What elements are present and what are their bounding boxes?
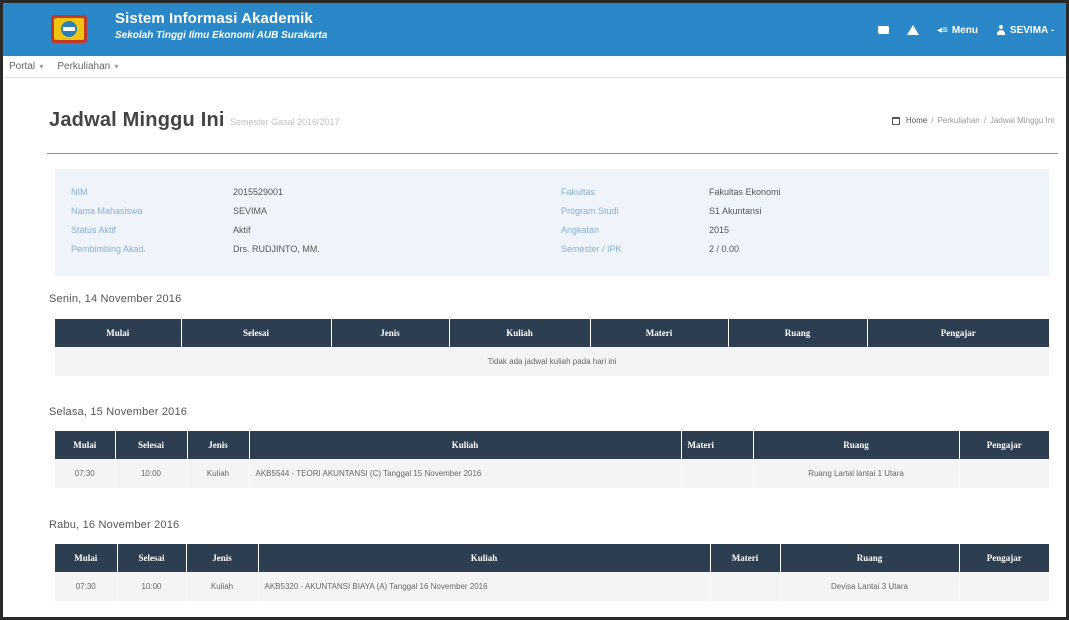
envelope-icon: [877, 26, 889, 34]
cell-ruang: Ruang Lartal lantai 1 Utara: [753, 459, 960, 488]
cell-ruang: Devisa Lantai 3 Utara: [780, 572, 960, 601]
app-window: Sistem Informasi Akademik Sekolah Tinggi…: [0, 0, 1069, 620]
cell-pengajar: [959, 572, 1049, 601]
col-materi: Materi: [681, 431, 754, 459]
table-row[interactable]: 07:30 10:00 Kuliah AKB5320 - AKUNTANSI B…: [55, 572, 1049, 601]
app-subtitle: Sekolah Tinggi Ilmu Ekonomi AUB Surakart…: [115, 30, 328, 41]
col-mulai: Mulai: [55, 544, 118, 572]
breadcrumb: Home / Perkuliahan / Jadwal Minggu Ini: [891, 116, 1054, 125]
table-header-row: Mulai Selesai Jenis Kuliah Materi Ruang …: [55, 544, 1049, 572]
cell-kuliah: AKB5320 - AKUNTANSI BIAYA (A) Tanggal 16…: [258, 572, 711, 601]
value-angkatan: 2015: [709, 225, 730, 235]
secondary-menu: Portal ▾ Perkuliahan ▾: [3, 56, 1066, 78]
cell-mulai: 07:30: [55, 572, 118, 601]
label-semester: Semester / IPK: [561, 244, 622, 254]
col-selesai: Selesai: [181, 319, 332, 347]
cell-materi: [681, 459, 754, 488]
app-title[interactable]: Sistem Informasi Akademik: [115, 10, 313, 27]
col-mulai: Mulai: [55, 431, 116, 459]
col-kuliah: Kuliah: [449, 319, 591, 347]
day-title-rabu: Rabu, 16 November 2016: [49, 519, 180, 531]
header-divider: [47, 153, 1058, 154]
day-title-selasa: Selasa, 15 November 2016: [49, 406, 188, 418]
col-materi: Materi: [710, 544, 781, 572]
menu-toggle-button[interactable]: ◂≡ Menu: [937, 25, 978, 36]
value-prodi: S1 Akuntansi: [709, 206, 762, 216]
col-materi: Materi: [590, 319, 729, 347]
cell-selesai: 10:00: [117, 572, 187, 601]
top-navbar: Sistem Informasi Akademik Sekolah Tinggi…: [3, 3, 1066, 56]
messages-button[interactable]: [877, 26, 889, 34]
warning-icon: [906, 25, 919, 35]
cell-jenis: Kuliah: [186, 572, 259, 601]
value-status: Aktif: [233, 225, 251, 235]
empty-schedule-message: Tidak ada jadwal kuliah pada hari ini: [55, 347, 1049, 376]
page-subtitle: Semester Gasal 2016/2017: [230, 117, 340, 127]
cell-selesai: 10:00: [115, 459, 188, 488]
schedule-table-senin: Mulai Selesai Jenis Kuliah Materi Ruang …: [55, 319, 1049, 376]
menu-portal-label: Portal: [9, 61, 36, 72]
col-kuliah: Kuliah: [249, 431, 682, 459]
col-jenis: Jenis: [186, 544, 259, 572]
breadcrumb-perkuliahan[interactable]: Perkuliahan: [937, 116, 979, 125]
col-selesai: Selesai: [117, 544, 187, 572]
campus-logo-icon[interactable]: [49, 11, 89, 47]
arrow-left-icon: ◂≡: [936, 24, 948, 36]
user-name: SEVIMA -: [1009, 24, 1054, 36]
menu-perkuliahan[interactable]: Perkuliahan ▾: [57, 61, 118, 72]
label-nim: NIM: [71, 187, 88, 197]
cell-jenis: Kuliah: [187, 459, 250, 488]
label-pembimbing: Pembimbing Akad.: [71, 244, 147, 254]
user-dropdown[interactable]: SEVIMA -: [996, 25, 1054, 36]
label-nama: Nama Mahasiswa: [71, 206, 143, 216]
chevron-down-icon: ▾: [112, 62, 119, 71]
col-pengajar: Pengajar: [867, 319, 1049, 347]
col-pengajar: Pengajar: [959, 431, 1049, 459]
table-row[interactable]: 07:30 10:00 Kuliah AKB5544 - TEORI AKUNT…: [55, 459, 1049, 488]
value-nama: SEVIMA: [233, 206, 268, 216]
chevron-down-icon: ▾: [37, 62, 44, 71]
alerts-button[interactable]: [906, 25, 919, 35]
table-header-row: Mulai Selesai Jenis Kuliah Materi Ruang …: [55, 319, 1049, 347]
label-fakultas: Fakultas: [561, 187, 596, 197]
col-kuliah: Kuliah: [258, 544, 711, 572]
cell-pengajar: [959, 459, 1049, 488]
schedule-table-selasa: Mulai Selesai Jenis Kuliah Materi Ruang …: [55, 431, 1049, 488]
user-icon: [996, 25, 1006, 35]
calendar-icon: [891, 116, 900, 125]
col-selesai: Selesai: [115, 431, 188, 459]
menu-perkuliahan-label: Perkuliahan: [57, 61, 111, 72]
menu-portal[interactable]: Portal ▾: [9, 61, 43, 72]
breadcrumb-separator: /: [931, 116, 934, 125]
cell-mulai: 07:30: [55, 459, 116, 488]
page-title: Jadwal Minggu Ini: [49, 109, 225, 131]
table-header-row: Mulai Selesai Jenis Kuliah Materi Ruang …: [55, 431, 1049, 459]
col-pengajar: Pengajar: [959, 544, 1049, 572]
menu-label: Menu: [951, 24, 978, 36]
value-pembimbing: Drs. RUDJINTO, MM.: [233, 244, 320, 254]
col-ruang: Ruang: [753, 431, 960, 459]
table-row: Tidak ada jadwal kuliah pada hari ini: [55, 347, 1049, 376]
label-angkatan: Angkatan: [561, 225, 600, 235]
col-jenis: Jenis: [331, 319, 450, 347]
col-ruang: Ruang: [728, 319, 868, 347]
col-mulai: Mulai: [55, 319, 182, 347]
label-status: Status Aktif: [71, 225, 117, 235]
breadcrumb-home[interactable]: Home: [906, 116, 927, 125]
value-nim: 2015529001: [233, 187, 284, 197]
breadcrumb-current: Jadwal Minggu Ini: [989, 116, 1054, 125]
value-semester: 2 / 0.00: [709, 244, 740, 254]
cell-kuliah: AKB5544 - TEORI AKUNTANSI (C) Tanggal 15…: [249, 459, 682, 488]
breadcrumb-separator: /: [983, 116, 986, 125]
navbar-actions: ◂≡ Menu SEVIMA -: [877, 20, 1054, 40]
label-prodi: Program Studi: [561, 206, 619, 216]
value-fakultas: Fakultas Ekonomi: [709, 187, 781, 197]
schedule-table-rabu: Mulai Selesai Jenis Kuliah Materi Ruang …: [55, 544, 1049, 601]
col-ruang: Ruang: [780, 544, 960, 572]
student-info-panel: NIM Nama Mahasiswa Status Aktif Pembimbi…: [55, 169, 1049, 276]
day-title-senin: Senin, 14 November 2016: [49, 293, 182, 305]
col-jenis: Jenis: [187, 431, 250, 459]
cell-materi: [710, 572, 781, 601]
